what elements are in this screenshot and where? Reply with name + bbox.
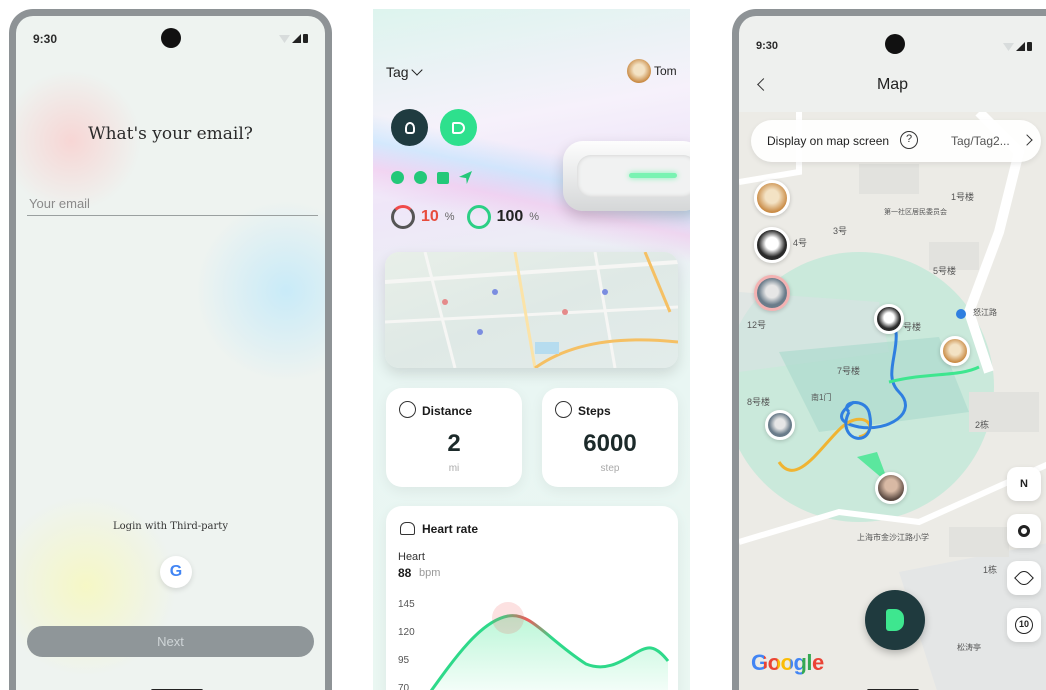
map-label: 1号楼 — [951, 192, 975, 202]
phone-battery-icon — [466, 205, 491, 229]
percent-sign: % — [444, 211, 455, 223]
map-preview[interactable] — [385, 252, 678, 368]
help-icon[interactable]: ? — [900, 131, 918, 149]
map-label: 5号楼 — [933, 266, 957, 276]
tag-battery-icon — [391, 205, 415, 229]
device-led — [629, 173, 677, 178]
map-label: 4号 — [793, 238, 808, 248]
chevron-down-icon[interactable] — [411, 64, 423, 76]
steps-unit: step — [600, 463, 620, 474]
navigation-icon — [1014, 568, 1034, 588]
pet-avatar-husky[interactable] — [754, 275, 790, 311]
chevron-right-icon[interactable] — [1021, 134, 1033, 146]
distance-unit: mi — [448, 463, 460, 474]
battery-icon — [1027, 42, 1032, 51]
sound-button[interactable] — [440, 109, 477, 146]
pet-avatar-border-collie[interactable] — [754, 227, 790, 263]
cellular-icon — [292, 34, 301, 43]
tag-battery-value: 10 — [421, 208, 439, 225]
google-logo-text: Google — [751, 650, 824, 675]
map-label: 12号 — [747, 320, 767, 330]
replay-button[interactable]: 10 — [1007, 608, 1041, 642]
pet-avatar-corgi[interactable] — [754, 180, 790, 216]
map-label: 南1门 — [811, 393, 832, 402]
replay-icon: 10 — [1015, 616, 1033, 634]
google-logo: Google — [751, 650, 824, 676]
compass-north-icon: N — [1020, 478, 1028, 490]
map-label: 第一社区居民委员会 — [884, 209, 947, 216]
distance-value: 2 — [447, 430, 461, 457]
lightbulb-icon — [404, 121, 415, 134]
light-button[interactable] — [391, 109, 428, 146]
map-marker-border-collie[interactable] — [874, 304, 904, 334]
third-party-label: Login with Third-party — [113, 521, 228, 532]
heart-rate-card[interactable]: Heart rate Heart 88 bpm 145 120 95 70 — [386, 506, 678, 690]
map-preview-roads — [385, 252, 678, 368]
email-login-screen: 9:30 What's your email? Login with Third… — [9, 9, 332, 690]
route-icon — [399, 401, 416, 418]
cellular-icon — [1016, 42, 1025, 51]
email-field[interactable] — [27, 192, 318, 216]
battery-row: 10 % 100 % — [391, 205, 545, 229]
map-label: 8号楼 — [747, 397, 771, 407]
heart-rate-area — [431, 615, 668, 690]
display-on-map-label: Display on map screen — [767, 134, 890, 148]
status-icons — [279, 34, 308, 43]
phone-battery-value: 100 — [496, 208, 524, 225]
camera-cutout — [161, 28, 181, 48]
user-avatar[interactable] — [627, 59, 651, 83]
google-login-button[interactable]: G — [160, 556, 192, 588]
heart-rate-peak-glow — [492, 602, 524, 634]
map-marker-corgi[interactable] — [940, 336, 970, 366]
page-title: Map — [876, 76, 909, 93]
heart-rate-chart — [429, 602, 670, 690]
map-marker-husky[interactable] — [765, 410, 795, 440]
connection-status — [391, 171, 472, 184]
percent-sign: % — [529, 211, 540, 223]
compass-button[interactable]: N — [1007, 467, 1041, 501]
paw-icon — [555, 401, 572, 418]
speaker-icon — [452, 121, 465, 134]
tag-dashboard-screen: Tag Tom 10 % 100 % Distance 2 mi Steps 6… — [373, 9, 690, 690]
map-label: 上海市金沙江路小学 — [857, 533, 929, 542]
gps-icon — [459, 171, 472, 184]
status-time: 9:30 — [33, 32, 58, 46]
crosshair-icon — [1018, 525, 1030, 537]
steps-value: 6000 — [583, 430, 637, 457]
wifi-icon — [279, 35, 290, 43]
steps-card[interactable]: Steps 6000 step — [542, 388, 678, 487]
distance-label: Distance — [422, 404, 473, 418]
tag-selector[interactable]: Tag — [386, 64, 409, 80]
map-screen: 9:30 Map 1号楼 第一社区居民委员会 3号 4号 5号楼 12号 号楼 … — [732, 9, 1046, 690]
user-name[interactable]: Tom — [654, 64, 677, 78]
selected-tags[interactable]: Tag/Tag2... — [951, 134, 1010, 148]
page-title: What's your email? — [88, 124, 253, 144]
speaker-icon — [886, 609, 904, 631]
battery-icon — [303, 34, 308, 43]
wifi-icon — [414, 171, 427, 184]
distance-card[interactable]: Distance 2 mi — [386, 388, 522, 487]
google-icon: G — [169, 563, 183, 580]
locate-button[interactable] — [1007, 514, 1041, 548]
map-label: 怒江路 — [973, 308, 997, 317]
status-time: 9:30 — [756, 40, 779, 52]
steps-label: Steps — [578, 404, 611, 418]
camera-cutout — [885, 34, 905, 54]
map-label: 3号 — [833, 226, 848, 236]
display-on-map-bar[interactable]: Display on map screen ? Tag/Tag2... — [751, 120, 1041, 162]
map-marker-owner[interactable] — [875, 472, 907, 504]
map-label: 号楼 — [903, 322, 922, 332]
map-label: 7号楼 — [837, 366, 861, 376]
map-label: 2栋 — [975, 420, 990, 430]
signal-icon — [437, 171, 449, 184]
status-icons — [1003, 42, 1032, 51]
map-label: 松涛亭 — [957, 643, 981, 652]
speak-button[interactable] — [865, 590, 925, 650]
navigate-button[interactable] — [1007, 561, 1041, 595]
map-label: 1栋 — [983, 565, 998, 575]
tag-device-image — [563, 141, 690, 211]
wifi-icon — [1003, 43, 1014, 51]
bluetooth-icon — [391, 171, 404, 184]
next-button[interactable]: Next — [27, 626, 314, 657]
